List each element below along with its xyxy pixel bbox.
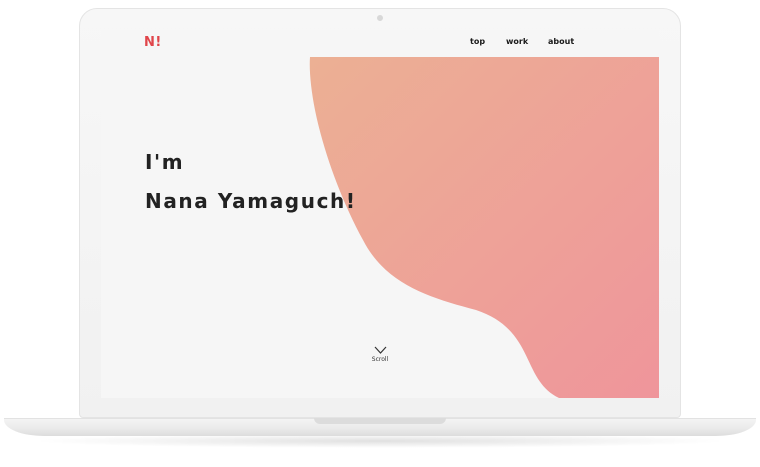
camera-dot [377, 15, 383, 21]
laptop-screen: N! top work about I'm Nana Yamaguch! Scr… [101, 30, 659, 398]
hero-greeting: I'm [145, 150, 185, 174]
laptop-mockup: N! top work about I'm Nana Yamaguch! Scr… [0, 0, 760, 467]
laptop-notch [314, 418, 446, 424]
main-nav: top work about [101, 37, 659, 51]
chevron-down-icon [374, 346, 386, 354]
laptop-shadow [30, 434, 730, 448]
hero-name: Nana Yamaguch! [145, 189, 357, 213]
scroll-button[interactable]: Scroll [363, 346, 397, 363]
nav-about-link[interactable]: about [548, 37, 574, 46]
gradient-blob [309, 57, 659, 398]
scroll-label: Scroll [371, 356, 389, 363]
nav-top-link[interactable]: top [470, 37, 485, 46]
nav-work-link[interactable]: work [506, 37, 528, 46]
